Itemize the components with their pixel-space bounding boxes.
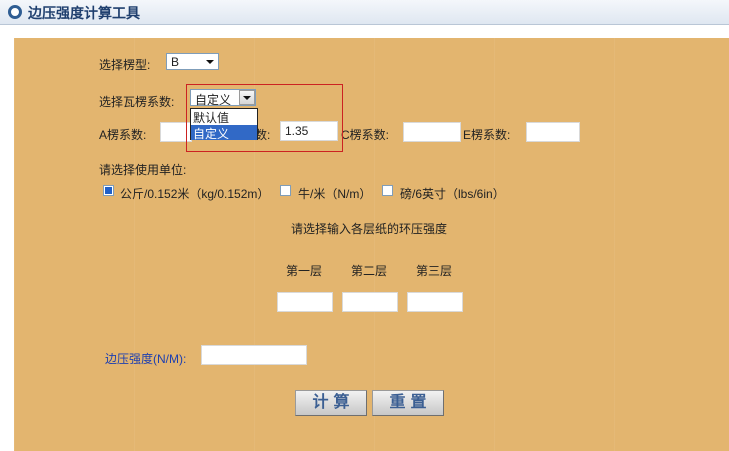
layer-1-input[interactable]: [277, 292, 333, 312]
a-coef-label: A楞系数:: [99, 128, 147, 142]
flute-label: 选择楞型:: [99, 58, 151, 72]
highlight-box: [186, 84, 343, 152]
e-coef-label: E楞系数:: [463, 128, 511, 142]
units-label: 请选择使用单位:: [99, 163, 187, 177]
unit-lbs-checkbox[interactable]: [382, 185, 393, 196]
unit-kg-checkbox[interactable]: [103, 185, 114, 196]
unit-n-label: 牛/米（N/m）: [298, 187, 372, 201]
flute-select[interactable]: B: [166, 53, 219, 70]
result-output: [201, 345, 307, 365]
layer-3-header: 第三层: [416, 264, 453, 278]
app-title: 边压强度计算工具: [28, 5, 140, 21]
c-coef-input[interactable]: [403, 122, 461, 142]
result-label: 边压强度(N/M):: [105, 352, 187, 366]
coef-label: 选择瓦楞系数:: [99, 95, 175, 109]
unit-lbs-label: 磅/6英寸（lbs/6in）: [400, 187, 505, 201]
calculate-button[interactable]: 计算: [295, 390, 367, 416]
layer-1-header: 第一层: [286, 264, 323, 278]
layers-prompt: 请选择输入各层纸的环压强度: [291, 222, 448, 236]
unit-kg-label: 公斤/0.152米（kg/0.152m）: [120, 187, 270, 201]
title-bar: 边压强度计算工具: [0, 0, 729, 25]
layer-3-input[interactable]: [407, 292, 463, 312]
reset-button[interactable]: 重置: [372, 390, 444, 416]
flute-selected: B: [171, 55, 180, 69]
layer-2-header: 第二层: [351, 264, 388, 278]
layer-2-input[interactable]: [342, 292, 398, 312]
unit-n-checkbox[interactable]: [280, 185, 291, 196]
e-coef-input[interactable]: [526, 122, 580, 142]
chevron-down-icon[interactable]: [203, 55, 217, 68]
c-coef-label: C楞系数:: [341, 128, 390, 142]
circle-icon: [8, 5, 22, 19]
